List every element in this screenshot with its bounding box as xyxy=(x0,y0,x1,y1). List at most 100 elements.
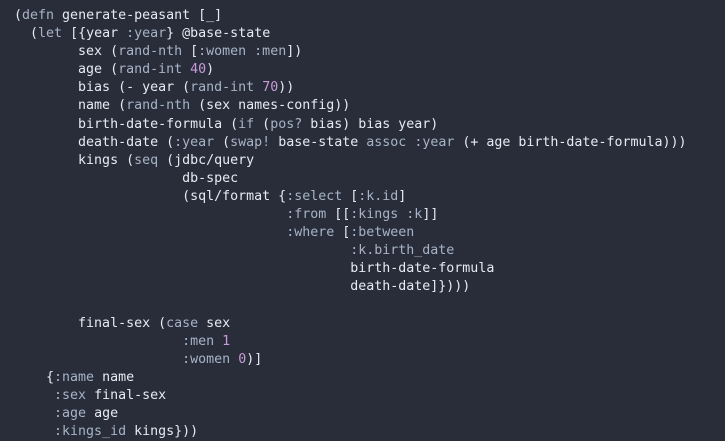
code-token: (sex names-config)) xyxy=(190,98,351,114)
code-token: rand-nth xyxy=(126,98,191,114)
code-token: [ xyxy=(182,44,199,60)
code-token: ) xyxy=(206,62,215,78)
code-token: :k.id xyxy=(358,188,399,204)
code-token: final-sex xyxy=(86,387,167,403)
code-token: rand-nth xyxy=(118,44,183,60)
code-token: 70 xyxy=(262,80,279,96)
code-token: seq xyxy=(134,152,159,168)
code-token: (sql/format { xyxy=(14,188,287,204)
code-line: :men 1 xyxy=(14,333,687,351)
code-line: :age age xyxy=(14,405,687,423)
code-token: rand-int xyxy=(190,80,255,96)
code-token: (+ age birth-date-formula))) xyxy=(454,134,687,150)
code-token: kings ( xyxy=(14,152,135,168)
code-line: :from [[:kings :k]] xyxy=(14,206,687,224)
code-token: :sex xyxy=(54,387,87,403)
code-line: kings (seq (jdbc/query xyxy=(14,152,687,170)
code-line: final-sex (case sex xyxy=(14,315,687,333)
code-token: :year xyxy=(414,134,455,150)
code-token: :between xyxy=(350,225,415,241)
code-token: generate-peasant [_] xyxy=(54,8,223,23)
code-token: birth-date-formula ( xyxy=(14,116,239,132)
code-token: rand-int xyxy=(118,62,183,78)
code-line: :women 0)] xyxy=(14,351,687,369)
code-line: death-date]}))) xyxy=(14,278,687,296)
code-token: ( xyxy=(14,8,23,23)
code-line: :k.birth_date xyxy=(14,242,687,260)
code-token: 40 xyxy=(190,62,207,78)
code-token: final-sex ( xyxy=(14,315,167,331)
code-token: :k.birth_date xyxy=(350,243,455,259)
code-token: [ xyxy=(334,225,351,241)
code-token: ]) xyxy=(286,44,303,60)
code-token: } @base-state xyxy=(166,26,271,42)
code-token: if xyxy=(238,116,255,132)
code-token: ] xyxy=(398,188,407,204)
code-token: :year xyxy=(126,26,167,42)
code-token: name ( xyxy=(14,98,127,114)
code-editor[interactable]: (defn generate-peasant [_] (let [{year :… xyxy=(0,0,725,441)
code-block[interactable]: (defn generate-peasant [_] (let [{year :… xyxy=(14,7,687,441)
code-token: kings})) xyxy=(126,424,199,440)
code-token: :age xyxy=(54,406,87,422)
code-token: case xyxy=(166,315,199,331)
code-line: birth-date-formula (if (pos? bias) bias … xyxy=(14,116,687,134)
code-line: :where [:between xyxy=(14,224,687,242)
code-token: death-date]}))) xyxy=(14,279,471,295)
code-line: :sex final-sex xyxy=(14,387,687,405)
code-token: db-spec xyxy=(14,170,239,186)
code-line: db-spec xyxy=(14,170,687,188)
code-token: :women :men xyxy=(198,44,287,60)
code-token: 0 xyxy=(238,351,247,367)
code-token: sex ( xyxy=(14,44,119,60)
code-token: swap! xyxy=(230,134,271,150)
code-line: (defn generate-peasant [_] xyxy=(14,7,687,25)
code-line: name (rand-nth (sex names-config)) xyxy=(14,97,687,115)
code-token: pos? xyxy=(270,116,303,132)
code-token: assoc xyxy=(366,134,407,150)
code-token: death-date ( xyxy=(14,134,175,150)
code-line: :kings_id kings})) xyxy=(14,423,687,441)
code-token: age ( xyxy=(14,62,119,78)
code-line: sex (rand-nth [:women :men]) xyxy=(14,43,687,61)
code-token: bias) bias year) xyxy=(302,116,439,132)
code-token: :from xyxy=(286,207,327,223)
code-token: ( xyxy=(14,26,39,42)
code-token: ( xyxy=(214,134,231,150)
code-token: )] xyxy=(246,351,263,367)
code-token: 1 xyxy=(222,333,231,349)
code-token: [ xyxy=(342,188,359,204)
code-token: :where xyxy=(286,225,335,241)
code-token: :women xyxy=(182,351,231,367)
code-line: (sql/format {:select [:k.id] xyxy=(14,188,687,206)
code-token: ( xyxy=(254,116,271,132)
code-line: death-date (:year (swap! base-state asso… xyxy=(14,134,687,152)
code-token: ]] xyxy=(422,207,439,223)
code-line: bias (- year (rand-int 70)) xyxy=(14,79,687,97)
code-token: name xyxy=(94,369,135,385)
code-token: :year xyxy=(174,134,215,150)
code-token: :select xyxy=(286,188,343,204)
code-token: :name xyxy=(54,369,95,385)
code-token: (jdbc/query xyxy=(158,152,255,168)
code-token: bias (- year ( xyxy=(14,80,191,96)
code-token: )) xyxy=(278,80,295,96)
code-line: age (rand-int 40) xyxy=(14,61,687,79)
code-token: sex xyxy=(198,315,231,331)
code-token: { xyxy=(14,369,55,385)
code-token: let xyxy=(38,26,63,42)
code-token: age xyxy=(86,406,119,422)
code-line: (let [{year :year} @base-state xyxy=(14,25,687,43)
